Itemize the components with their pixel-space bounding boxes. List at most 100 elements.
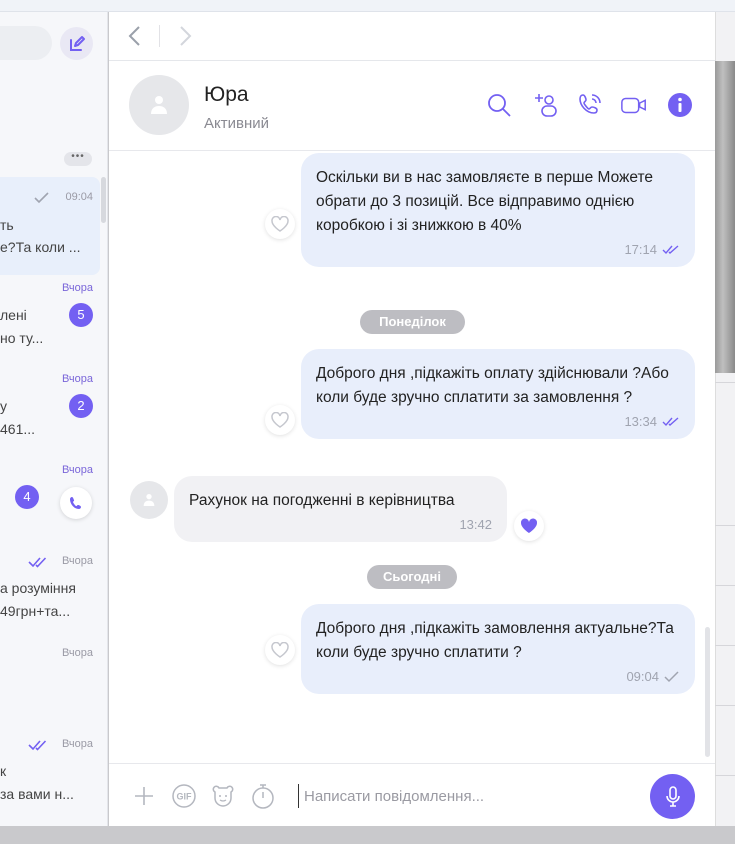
sent-check-icon [34, 192, 49, 204]
info-panel-divider [715, 705, 735, 706]
composer-bar: GIF [109, 763, 715, 826]
search-button[interactable] [485, 91, 513, 119]
chat-time: Вчора [61, 738, 93, 750]
phone-icon [70, 497, 81, 509]
message-meta: 17:14 [316, 242, 680, 257]
more-chats-button[interactable]: ••• [64, 152, 92, 166]
message-time: 09:04 [626, 669, 659, 684]
back-arrow-icon[interactable] [125, 24, 145, 48]
message-text: Оскільки ви в нас замовляєте в перше Мож… [316, 169, 654, 234]
like-button[interactable] [265, 209, 295, 239]
svg-text:GIF: GIF [177, 792, 193, 802]
read-check-icon [662, 244, 679, 254]
message-scrollbar[interactable] [705, 627, 710, 757]
sticker-bear-icon [212, 785, 234, 807]
message-time: 13:34 [624, 414, 657, 429]
plus-icon [135, 787, 153, 805]
sent-check-icon [664, 670, 679, 682]
message-text: Доброго дня ,підкажіть оплату здійснювал… [316, 365, 669, 406]
read-check-icon [662, 416, 679, 426]
outgoing-message[interactable]: Доброго дня ,підкажіть замовлення актуал… [301, 604, 695, 694]
chat-preview-line: 49грн+та... [0, 603, 71, 619]
chat-preview-line: за вами н... [0, 786, 74, 802]
chat-list-panel: ••• 09:04 ть е?Та коли ... Вчора лені но… [0, 12, 108, 826]
audio-call-button[interactable] [576, 91, 604, 119]
timer-button[interactable] [250, 783, 276, 809]
message-input[interactable] [298, 784, 638, 808]
add-participant-button[interactable] [532, 91, 560, 119]
chat-preview-line: 461... [0, 421, 36, 437]
message-time: 13:42 [459, 517, 492, 532]
search-icon [488, 94, 511, 117]
message-text: Доброго дня ,підкажіть замовлення актуал… [316, 620, 674, 661]
chat-list-item[interactable]: Вчора а розуміння 49грн+та... [0, 550, 100, 640]
incoming-message[interactable]: Рахунок на погодженні в керівництва 13:4… [174, 476, 507, 542]
info-panel-photo [715, 61, 735, 373]
voice-message-button[interactable] [650, 774, 695, 819]
chat-time: Вчора [61, 373, 93, 385]
message-meta: 09:04 [316, 669, 680, 684]
chat-list-item[interactable]: 09:04 ть е?Та коли ... [0, 177, 100, 275]
outgoing-message[interactable]: Доброго дня ,підкажіть оплату здійснювал… [301, 349, 695, 439]
message-text: Рахунок на погодженні в керівництва [189, 492, 455, 509]
contact-status: Активний [204, 115, 269, 132]
window-top-strip [0, 0, 735, 12]
date-separator: Сьогодні [367, 565, 457, 589]
chat-preview-line: но ту... [0, 330, 44, 346]
chat-list-item[interactable]: Вчора лені но ту... 5 [0, 277, 100, 367]
unread-badge: 2 [69, 394, 93, 418]
user-placeholder-icon [143, 494, 155, 506]
chat-preview-line: а розуміння [0, 580, 76, 596]
add-user-icon [535, 94, 557, 117]
info-panel-divider [715, 645, 735, 646]
chat-time: 09:04 [65, 191, 93, 203]
sticker-button[interactable] [210, 783, 236, 809]
message-list: Оскільки ви в нас замовляєте в перше Мож… [109, 152, 715, 762]
unread-badge: 5 [69, 303, 93, 327]
chat-preview-line: лені [0, 307, 27, 323]
info-icon [668, 93, 692, 117]
heart-outline-icon [271, 642, 289, 658]
microphone-icon [665, 785, 680, 807]
user-placeholder-icon [151, 96, 167, 114]
read-check-icon [28, 557, 47, 568]
heart-filled-icon [520, 518, 538, 533]
video-call-button[interactable] [620, 91, 648, 119]
date-separator: Понеділок [360, 310, 465, 334]
info-panel-divider [715, 775, 735, 776]
call-badge[interactable] [60, 487, 92, 519]
heart-outline-icon [271, 216, 289, 232]
chat-list-item[interactable]: Вчора 4 [0, 459, 100, 549]
like-button[interactable] [265, 635, 295, 665]
like-button[interactable] [265, 405, 295, 435]
chat-preview-line: е?Та коли ... [0, 239, 81, 255]
attach-button[interactable] [131, 783, 157, 809]
forward-arrow-icon[interactable] [175, 24, 195, 48]
window-bottom-strip [0, 826, 735, 844]
gif-button[interactable]: GIF [171, 783, 197, 809]
outgoing-message[interactable]: Оскільки ви в нас замовляєте в перше Мож… [301, 153, 695, 267]
chat-list-item[interactable]: Вчора [0, 642, 100, 732]
chat-list-item[interactable]: Вчора к за вами н... [0, 733, 100, 823]
contact-name[interactable]: Юра [204, 83, 249, 107]
contact-avatar[interactable] [129, 75, 189, 135]
compose-button[interactable] [60, 27, 93, 60]
info-panel-divider [715, 525, 735, 526]
conversation-panel: Юра Активний Оскільки ви в нас замовляєт… [109, 12, 715, 826]
chat-list-scrollbar[interactable] [101, 177, 106, 223]
read-check-icon [28, 740, 47, 751]
chat-list-item[interactable]: Вчора у 461... 2 [0, 368, 100, 458]
chat-time: Вчора [61, 464, 93, 476]
message-meta: 13:42 [189, 517, 492, 532]
chat-search-input[interactable] [0, 26, 52, 60]
info-button[interactable] [666, 91, 694, 119]
phone-icon [579, 94, 601, 114]
like-button[interactable] [514, 511, 544, 541]
video-camera-icon [621, 97, 646, 114]
chat-preview-line: у [0, 398, 7, 414]
chat-time: Вчора [61, 555, 93, 567]
timer-icon [252, 784, 274, 809]
chat-time: Вчора [61, 282, 93, 294]
sender-avatar[interactable] [130, 481, 168, 519]
message-time: 17:14 [624, 242, 657, 257]
